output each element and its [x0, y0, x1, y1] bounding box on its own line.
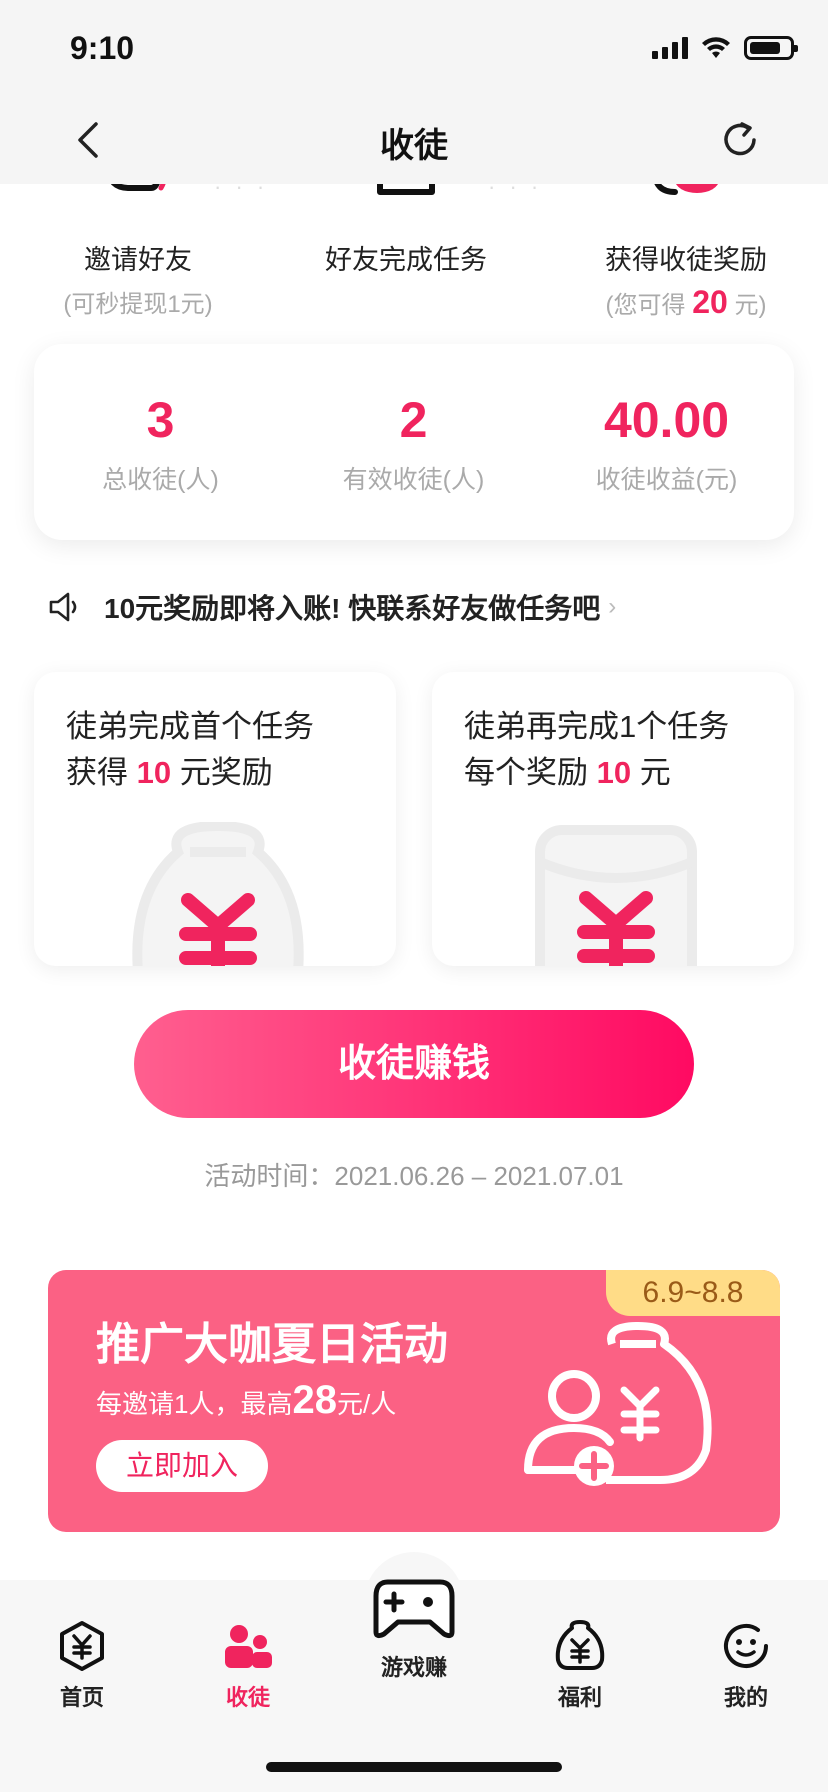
wifi-icon	[702, 37, 730, 58]
task-card-more: 徒弟再完成1个任务 每个奖励 10 元	[432, 672, 794, 966]
stat-total: 3 总收徒(人)	[34, 392, 287, 496]
task-card-first: 徒弟完成首个任务 获得 10 元奖励	[34, 672, 396, 966]
stat-earnings: 40.00 收徒收益(元)	[540, 392, 793, 496]
stat-label: 收徒收益(元)	[595, 466, 738, 494]
home-indicator	[266, 1762, 562, 1772]
main-content: 邀请好友 (可秒提现1元) · · · 好友完成任务 · · · 获得收徒奖励 …	[0, 184, 828, 1580]
refresh-icon[interactable]	[718, 118, 762, 162]
step-sub: (您可得 20 元)	[605, 284, 767, 320]
step-sub: (可秒提现1元)	[63, 291, 213, 318]
tab-home[interactable]: 首页	[22, 1620, 142, 1712]
task-lines: 徒弟完成首个任务 获得 10 元奖励	[34, 704, 314, 796]
banner-subtitle: 每邀请1人，最高28元/人	[96, 1378, 397, 1422]
step-title: 邀请好友	[84, 245, 192, 275]
status-icons	[652, 36, 798, 60]
banner-date-tag: 6.9~8.8	[606, 1270, 780, 1316]
tab-welfare[interactable]: 福利	[520, 1620, 640, 1712]
banner-title: 推广大咖夏日活动	[96, 1320, 448, 1369]
tab-apprentice[interactable]: 收徒	[188, 1620, 308, 1712]
invite-friend-icon	[110, 184, 166, 191]
stat-value: 40.00	[603, 392, 730, 448]
apprentice-icon	[225, 1625, 272, 1668]
nav-bar: 收徒	[0, 96, 828, 184]
smiley-icon	[724, 1624, 768, 1668]
tab-label: 福利	[557, 1685, 602, 1710]
money-bag-icon	[132, 822, 304, 966]
stat-value: 3	[146, 392, 175, 448]
signal-icon	[652, 37, 688, 59]
activity-time: 活动时间：2021.06.26 – 2021.07.01	[204, 1161, 624, 1191]
status-time: 9:10	[70, 30, 135, 66]
steps-section: 邀请好友 (可秒提现1元) · · · 好友完成任务 · · · 获得收徒奖励 …	[0, 184, 828, 334]
stats-card: 3 总收徒(人) 2 有效收徒(人) 40.00 收徒收益(元)	[34, 344, 794, 540]
task-line: 获得 10 元奖励	[66, 755, 273, 790]
red-envelope-icon	[535, 825, 697, 966]
battery-icon	[744, 36, 798, 60]
step-title: 好友完成任务	[325, 245, 487, 275]
task-lines: 徒弟再完成1个任务 每个奖励 10 元	[432, 704, 729, 796]
stat-valid: 2 有效收徒(人)	[287, 392, 540, 496]
recruit-earn-button[interactable]: 收徒赚钱	[134, 1010, 694, 1118]
task-line: 徒弟再完成1个任务	[464, 709, 730, 744]
tab-mine[interactable]: 我的	[686, 1620, 806, 1712]
money-bag-icon	[555, 1620, 605, 1670]
chevron-right-icon: ›	[608, 593, 617, 620]
stat-value: 2	[399, 392, 428, 448]
gamepad-icon	[373, 1579, 455, 1639]
notice-bar[interactable]: 10元奖励即将入账! 快联系好友做任务吧 ›	[48, 582, 788, 632]
tab-label: 首页	[59, 1685, 104, 1710]
step-dots: · · ·	[214, 184, 269, 199]
tab-label: 我的	[723, 1685, 768, 1710]
tab-game-earn[interactable]: 游戏赚	[354, 1574, 474, 1682]
page-title: 收徒	[380, 127, 448, 165]
tab-label: 游戏赚	[380, 1655, 447, 1680]
stat-label: 总收徒(人)	[102, 466, 219, 494]
promo-banner[interactable]: 6.9~8.8 推广大咖夏日活动 每邀请1人，最高28元/人 立即加入	[48, 1270, 780, 1532]
task-line: 每个奖励 10 元	[464, 755, 671, 790]
join-now-button[interactable]: 立即加入	[96, 1440, 268, 1492]
invite-money-bag-icon	[524, 1322, 712, 1486]
home-yuan-icon	[60, 1621, 104, 1671]
tab-label: 收徒	[225, 1685, 270, 1710]
tab-bar: 首页 收徒 游戏赚 福利 我的	[0, 1552, 828, 1792]
step-title: 获得收徒奖励	[605, 245, 767, 275]
task-line: 徒弟完成首个任务	[66, 709, 314, 744]
status-bar: 9:10	[0, 0, 828, 96]
step-dots: · · ·	[488, 184, 543, 199]
speaker-icon	[49, 592, 77, 622]
task-box-icon	[377, 184, 435, 195]
reward-coin-icon	[654, 184, 718, 195]
notice-text: 10元奖励即将入账! 快联系好友做任务吧	[104, 593, 601, 624]
stat-label: 有效收徒(人)	[342, 466, 485, 494]
